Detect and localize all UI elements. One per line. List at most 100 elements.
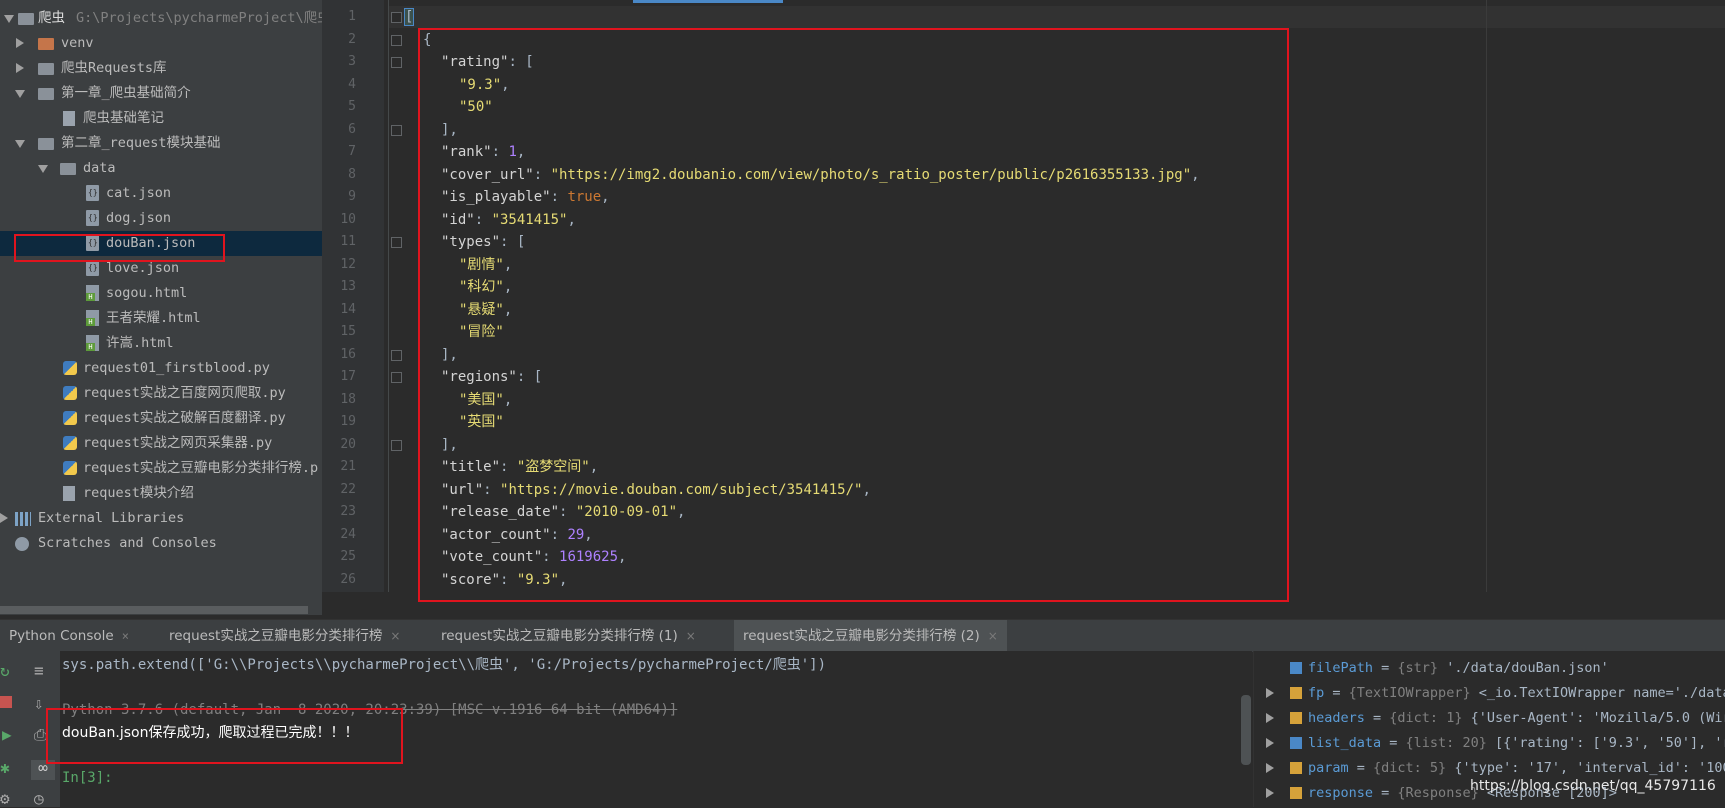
folder-icon xyxy=(38,138,54,150)
python-file-icon xyxy=(63,411,77,425)
caret-line-highlight xyxy=(389,6,1725,28)
fold-marker-icon[interactable] xyxy=(391,34,402,46)
tree-item-requests-lib[interactable]: 爬虫Requests库 xyxy=(0,56,322,81)
tab-douban-2[interactable]: request实战之豆瓣电影分类排行榜 (2) × xyxy=(734,620,1007,652)
chevron-down-icon[interactable] xyxy=(15,140,25,148)
print-icon[interactable]: ⎙ xyxy=(34,727,47,743)
fold-marker-icon[interactable] xyxy=(391,349,402,361)
tree-item-label: sogou.html xyxy=(106,285,188,301)
tree-item-request-intro[interactable]: request模块介绍 xyxy=(0,481,322,506)
tree-item-wangzhe-html[interactable]: 王者荣耀.html xyxy=(0,306,322,331)
tree-item-fanyi-py[interactable]: request实战之破解百度翻译.py xyxy=(0,406,322,431)
fold-marker-icon[interactable] xyxy=(391,12,402,23)
var-row-fp[interactable]: fp = {TextIOWrapper} <_io.TextIOWrapper … xyxy=(1290,681,1725,706)
folder-icon xyxy=(38,63,54,75)
history-icon[interactable]: ◷ xyxy=(34,791,44,807)
var-type: {str} xyxy=(1397,660,1439,676)
soft-wrap-icon[interactable]: ≡ xyxy=(34,663,44,679)
rerun-icon[interactable]: ↻ xyxy=(0,663,10,679)
chevron-down-icon[interactable] xyxy=(4,15,14,23)
chevron-right-icon[interactable] xyxy=(1266,713,1274,723)
folder-icon xyxy=(18,13,34,25)
tree-item-dog-json[interactable]: dog.json xyxy=(0,206,322,231)
tree-item-douban-py[interactable]: request实战之豆瓣电影分类排行榜.p xyxy=(0,456,322,481)
line-number: 17 xyxy=(340,369,356,384)
tree-item-label: 第一章_爬虫基础简介 xyxy=(61,85,191,101)
tree-item-notes[interactable]: 爬虫基础笔记 xyxy=(0,106,322,131)
tab-label: request实战之豆瓣电影分类排行榜 xyxy=(169,628,383,644)
line-number: 16 xyxy=(340,346,356,362)
tab-douban[interactable]: request实战之豆瓣电影分类排行榜 × xyxy=(160,620,409,652)
fold-marker-icon[interactable] xyxy=(391,372,402,383)
scroll-to-end-icon[interactable]: ⇩ xyxy=(34,696,44,712)
chevron-right-icon[interactable] xyxy=(1266,788,1274,798)
line-number: 6 xyxy=(348,121,356,137)
close-icon[interactable]: × xyxy=(988,629,998,643)
file-icon xyxy=(63,111,75,126)
var-name: response xyxy=(1308,785,1374,801)
chevron-right-icon[interactable] xyxy=(1266,688,1274,698)
line-number: 5 xyxy=(348,99,356,114)
tree-item-label: venv xyxy=(61,35,94,51)
chevron-down-icon[interactable] xyxy=(15,90,25,98)
var-type: {dict: 5} xyxy=(1373,760,1447,776)
tree-item-baidu-py[interactable]: request实战之百度网页爬取.py xyxy=(0,381,322,406)
tab-douban-1[interactable]: request实战之豆瓣电影分类排行榜 (1) × xyxy=(432,620,705,652)
tree-item-collector-py[interactable]: request实战之网页采集器.py xyxy=(0,431,322,456)
fold-marker-icon[interactable] xyxy=(391,439,402,451)
run-icon[interactable]: ▶ xyxy=(2,727,12,743)
chevron-right-icon[interactable] xyxy=(1266,738,1274,748)
tree-item-chapter1[interactable]: 第一章_爬虫基础简介 xyxy=(0,81,322,106)
tree-item-firstblood-py[interactable]: request01_firstblood.py xyxy=(0,356,322,381)
tree-item-cat-json[interactable]: cat.json xyxy=(0,181,322,206)
line-number: 19 xyxy=(340,414,356,429)
debug-icon[interactable]: ✱ xyxy=(0,760,10,776)
line-number: 23 xyxy=(340,504,356,519)
fold-marker-icon[interactable] xyxy=(391,124,402,136)
close-icon[interactable]: × xyxy=(390,629,400,643)
console-prompt[interactable]: In[3]: xyxy=(62,767,113,789)
fold-marker-icon[interactable] xyxy=(391,57,402,68)
project-root[interactable]: 爬虫 G:\Projects\pycharmeProject\爬虫 xyxy=(0,6,322,31)
tree-item-label: request实战之网页采集器.py xyxy=(83,435,273,451)
console-scrollbar-thumb[interactable] xyxy=(1241,695,1251,765)
stop-icon[interactable] xyxy=(0,696,12,708)
tab-python-console[interactable]: Python Console × xyxy=(0,620,138,652)
tree-item-label: request实战之豆瓣电影分类排行榜.p xyxy=(83,460,319,476)
chevron-right-icon[interactable] xyxy=(16,38,24,48)
tree-item-external-libraries[interactable]: External Libraries xyxy=(0,506,322,531)
close-icon[interactable]: × xyxy=(122,629,129,643)
close-icon[interactable]: × xyxy=(686,629,696,643)
code-line-1: [ xyxy=(403,6,415,29)
tree-item-label: request实战之破解百度翻译.py xyxy=(83,410,286,426)
tree-item-sogou-html[interactable]: sogou.html xyxy=(0,281,322,306)
tab-label: request实战之豆瓣电影分类排行榜 (1) xyxy=(441,628,678,644)
chevron-right-icon[interactable] xyxy=(16,63,24,73)
tree-item-scratches[interactable]: Scratches and Consoles xyxy=(0,531,322,556)
var-row-headers[interactable]: headers = {dict: 1} {'User-Agent': 'Mozi… xyxy=(1290,706,1725,731)
project-horizontal-scrollbar[interactable] xyxy=(0,606,308,614)
tree-item-label: cat.json xyxy=(106,185,172,201)
settings-gear-icon[interactable]: ⚙ xyxy=(0,791,10,807)
var-value: [{'rating': ['9.3', '50'], 'r xyxy=(1494,735,1725,751)
tree-item-data[interactable]: data xyxy=(0,156,322,181)
watermark-text: https://blog.csdn.net/qq_45797116 xyxy=(1470,778,1716,794)
chevron-right-icon[interactable] xyxy=(0,513,8,523)
fold-marker-icon[interactable] xyxy=(391,237,402,248)
var-name: filePath xyxy=(1308,660,1374,676)
python-file-icon xyxy=(63,461,77,475)
line-number: 9 xyxy=(348,189,356,204)
tree-item-venv[interactable]: venv xyxy=(0,31,322,56)
python-file-icon xyxy=(63,436,77,450)
console-sys-path-line: sys.path.extend(['G:\\Projects\\pycharme… xyxy=(62,657,827,673)
tree-item-chapter2[interactable]: 第二章_request模块基础 xyxy=(0,131,322,156)
tree-item-xusong-html[interactable]: 许嵩.html xyxy=(0,331,322,356)
line-number: 2 xyxy=(348,31,356,47)
chevron-right-icon[interactable] xyxy=(1266,763,1274,773)
chevron-down-icon[interactable] xyxy=(38,165,48,173)
var-value: {'type': '17', 'interval_id': '100 xyxy=(1454,760,1725,776)
html-file-icon xyxy=(86,285,99,301)
var-row-list-data[interactable]: list_data = {list: 20} [{'rating': ['9.3… xyxy=(1290,731,1725,756)
python-file-icon xyxy=(63,361,77,375)
var-row-filepath[interactable]: filePath = {str} './data/douBan.json' xyxy=(1290,656,1725,681)
